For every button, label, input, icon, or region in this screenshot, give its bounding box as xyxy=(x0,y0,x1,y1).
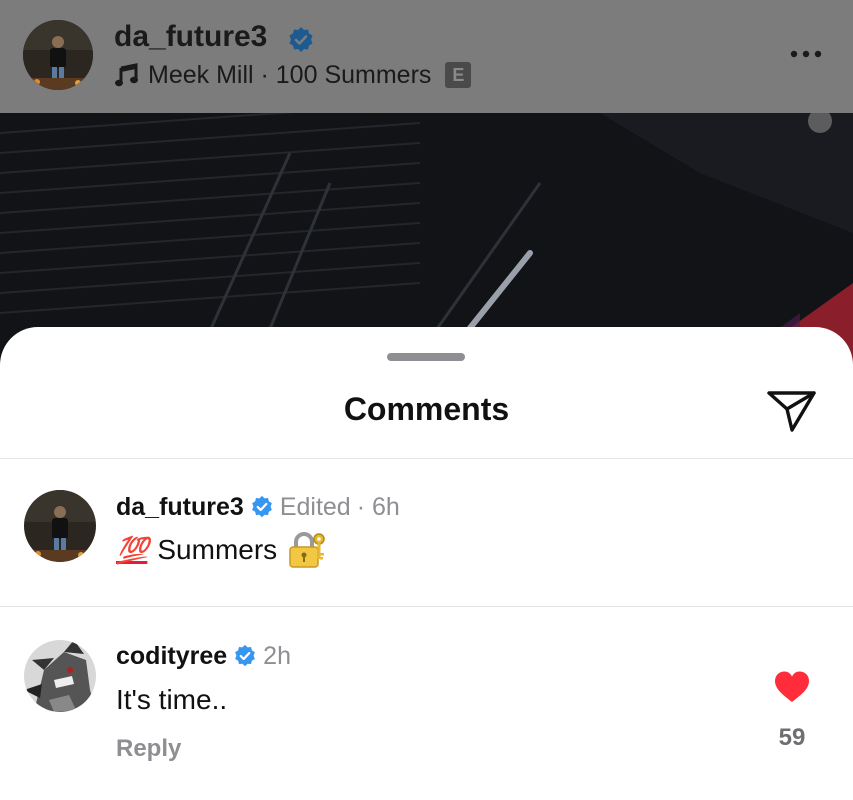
comment-text: 💯 Summers xyxy=(116,530,327,570)
share-paper-plane-icon[interactable] xyxy=(766,387,818,435)
post-author-avatar[interactable] xyxy=(23,20,93,90)
song-label: Meek Mill · 100 Summers xyxy=(148,60,432,89)
post-author-username[interactable]: da_future3 xyxy=(114,20,267,54)
comment-divider xyxy=(0,606,853,607)
comment-username[interactable]: da_future3 xyxy=(116,493,244,522)
heart-filled-icon[interactable] xyxy=(773,670,811,704)
verified-badge-icon xyxy=(251,495,272,518)
comment-edited-label: Edited xyxy=(279,492,351,521)
sheet-title: Comments xyxy=(343,391,510,427)
verified-badge-icon xyxy=(235,644,256,667)
explicit-badge: E xyxy=(445,62,472,88)
sheet-grabber[interactable] xyxy=(387,353,465,361)
locked-with-key-icon xyxy=(289,532,325,568)
header-divider xyxy=(0,458,853,459)
comment-meta: da_future3 Edited · 6h xyxy=(116,490,400,524)
comment-body: It's time.. xyxy=(116,684,228,715)
post-song-row[interactable]: Meek Mill · 100 Summers E xyxy=(114,58,472,92)
music-note-icon xyxy=(115,63,138,87)
reply-button[interactable]: Reply xyxy=(116,735,181,763)
verified-badge-icon xyxy=(289,27,313,52)
hundred-emoji-icon: 💯 xyxy=(116,535,148,565)
commenter-avatar[interactable] xyxy=(24,640,96,712)
comment-timestamp: 2h xyxy=(263,641,291,670)
comment-timestamp: · 6h xyxy=(356,492,400,521)
screen: da_future3 Meek Mill · 100 Summers E Com… xyxy=(0,0,853,800)
comment-body: Summers xyxy=(157,534,278,565)
like-count: 59 xyxy=(778,724,806,751)
more-options-icon[interactable] xyxy=(788,40,824,68)
post-header: da_future3 Meek Mill · 100 Summers E xyxy=(0,0,853,113)
commenter-avatar[interactable] xyxy=(24,490,96,562)
comment-meta: codityree 2h xyxy=(116,639,291,673)
comment-username[interactable]: codityree xyxy=(116,642,227,671)
